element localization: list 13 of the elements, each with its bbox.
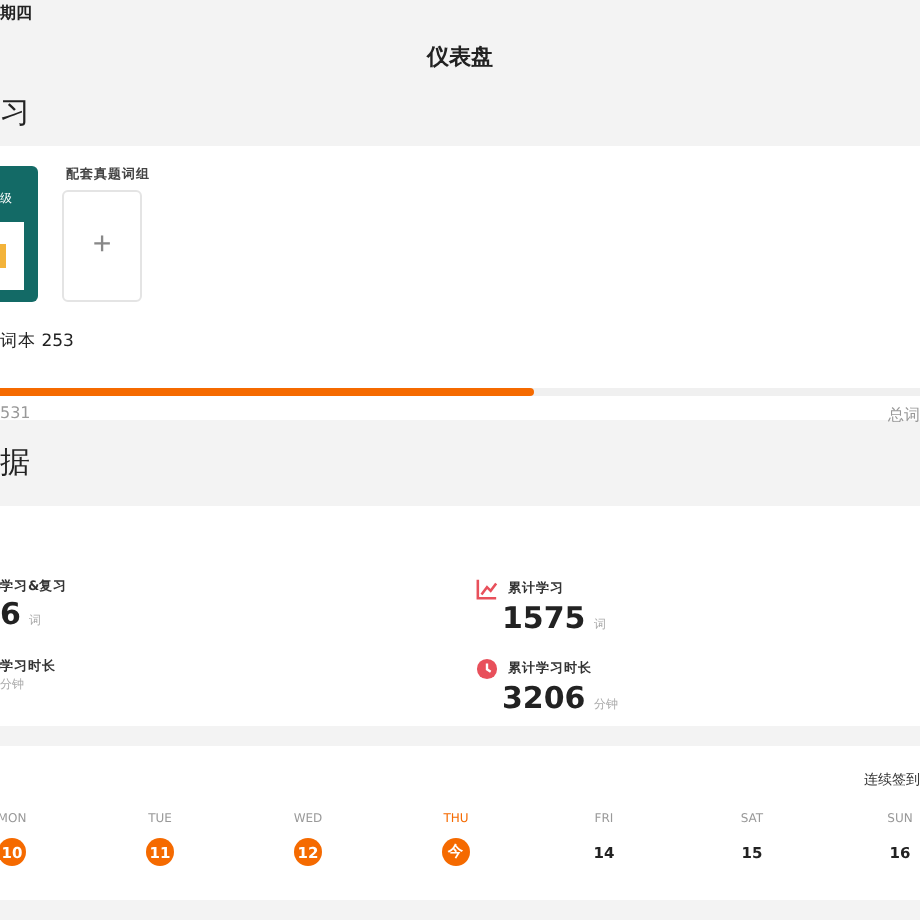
section-heading: 习 [0, 94, 30, 132]
chart-icon [476, 578, 498, 600]
wordbook-count: 词本 253 [0, 330, 76, 354]
stat-value: 1575 [502, 600, 586, 636]
learned-count: 531 [0, 404, 31, 426]
date-label: 期四 [0, 2, 34, 24]
section-heading: 据 [0, 444, 30, 482]
page-title: 仪表盘 [424, 42, 495, 72]
total-label: 总词 [888, 404, 920, 426]
add-button[interactable]: + [62, 190, 142, 302]
clock-icon [476, 658, 498, 680]
stat-value: 6 [0, 596, 21, 632]
stat-value: 3206 [502, 680, 586, 716]
